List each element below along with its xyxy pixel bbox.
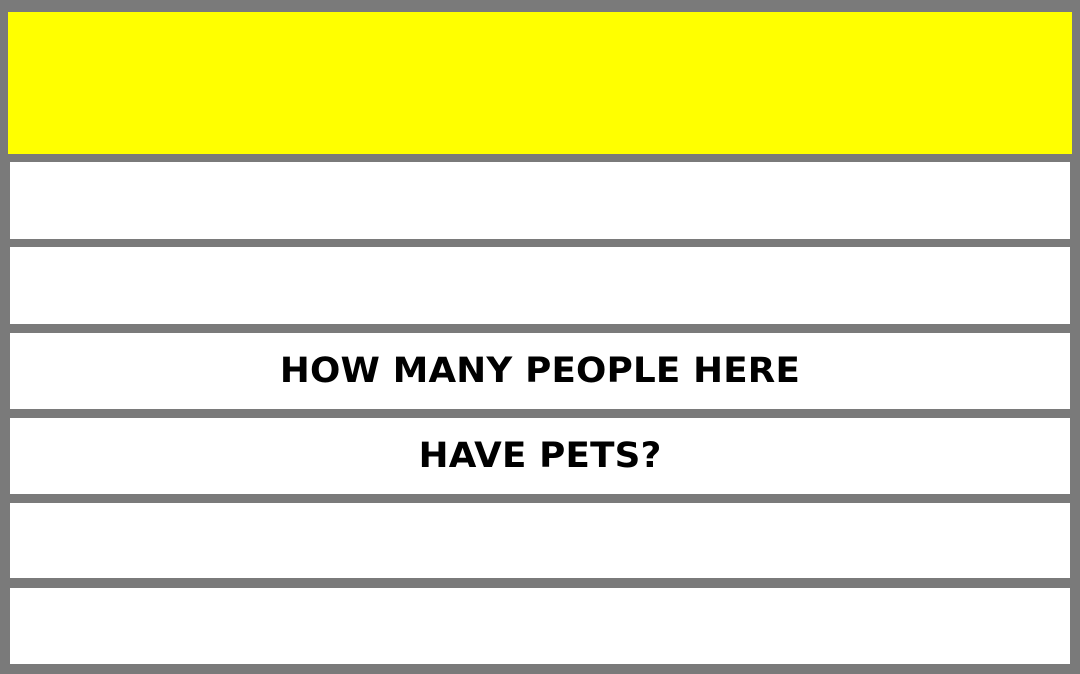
- text-row: [10, 247, 1070, 324]
- text-row: [10, 162, 1070, 239]
- question-line-2: HAVE PETS?: [10, 418, 1070, 494]
- prompt-card: HOW MANY PEOPLE HERE HAVE PETS?: [0, 0, 1080, 674]
- question-line-1: HOW MANY PEOPLE HERE: [10, 333, 1070, 409]
- text-row: [10, 588, 1070, 664]
- question-text-line-1: HOW MANY PEOPLE HERE: [279, 351, 801, 391]
- question-text-line-2: HAVE PETS?: [418, 436, 662, 476]
- text-row: [10, 503, 1070, 578]
- header-band: [8, 12, 1072, 154]
